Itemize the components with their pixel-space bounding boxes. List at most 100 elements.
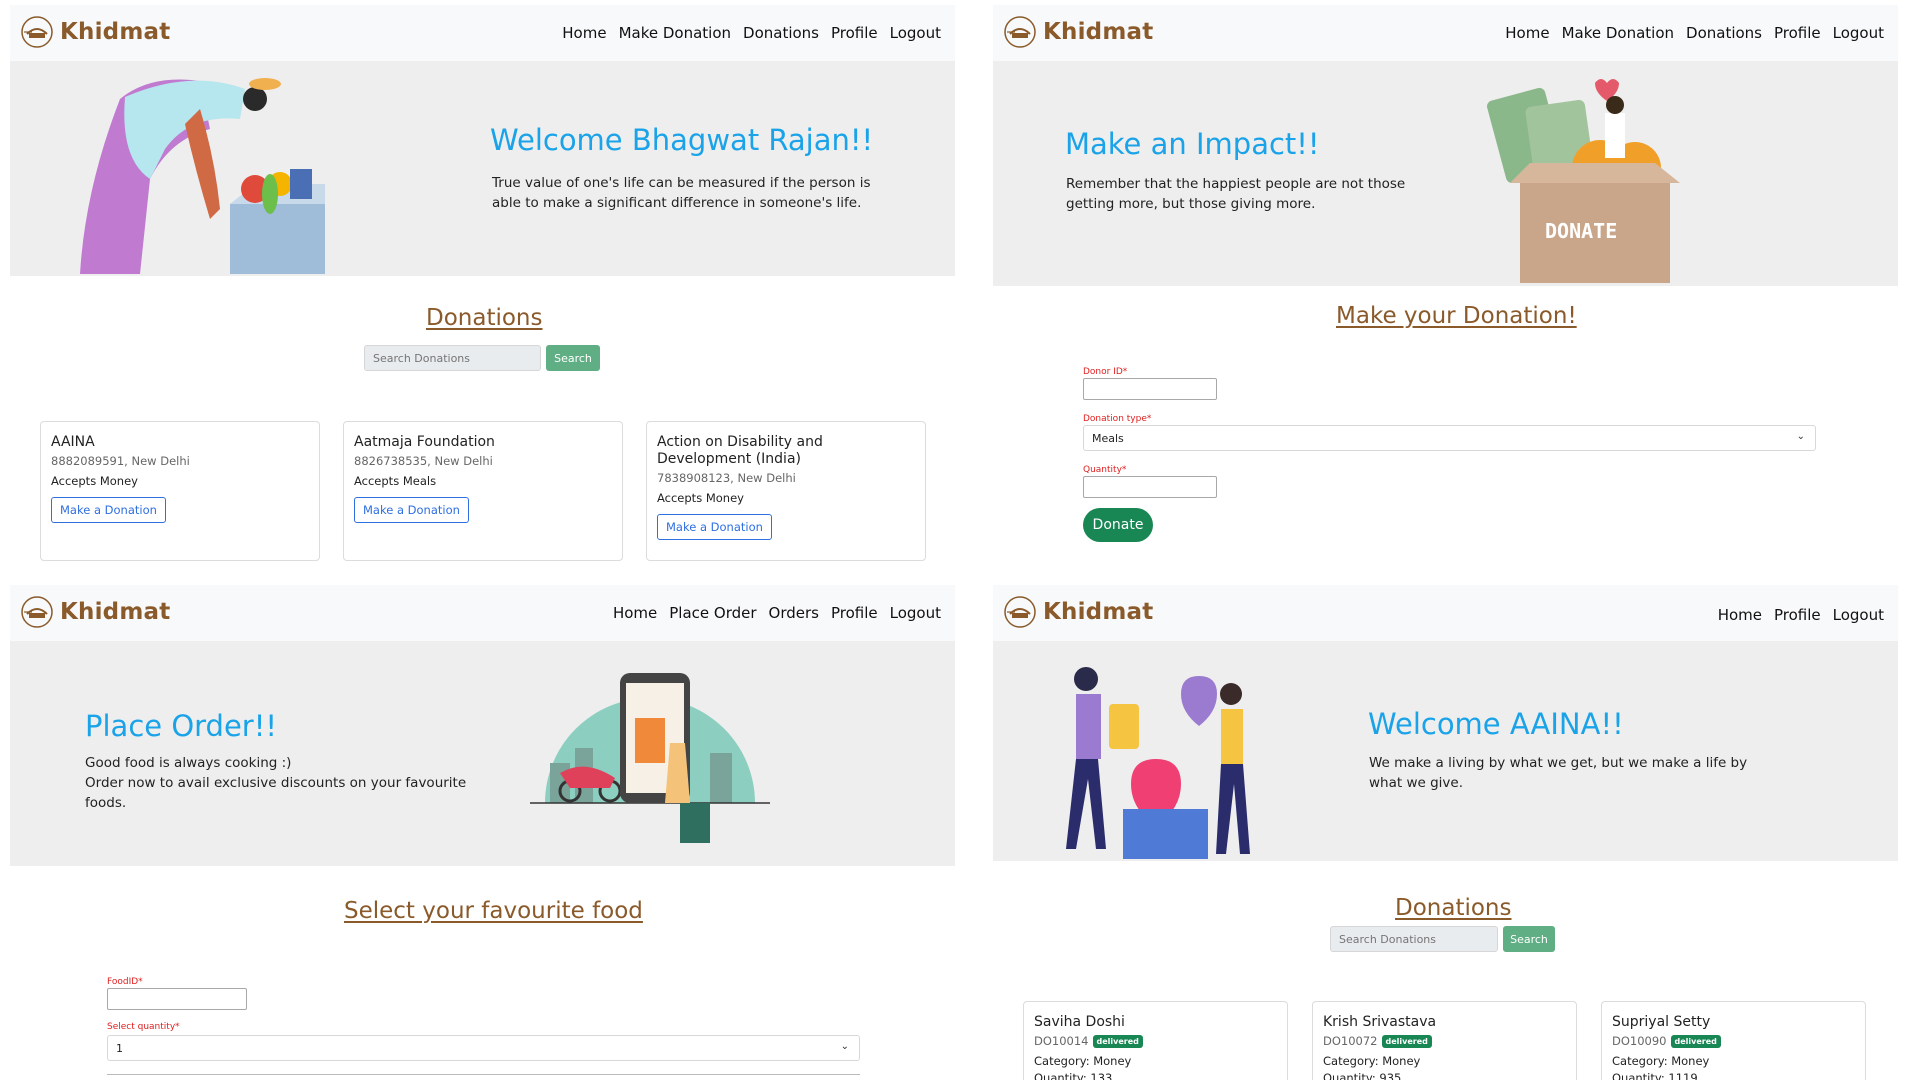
card-title: Action on Disability and Development (In… — [657, 434, 823, 467]
donor-id-field[interactable] — [1083, 378, 1217, 400]
brand-name: Khidmat — [1043, 599, 1154, 625]
chevron-down-icon: ⌄ — [840, 1041, 849, 1052]
food-id-field[interactable] — [107, 988, 247, 1010]
card-contact: 7838908123, New Delhi — [657, 471, 796, 485]
donate-box-label: DONATE — [1545, 219, 1617, 243]
search-input[interactable] — [1330, 926, 1498, 952]
nav-donations[interactable]: Donations — [1686, 24, 1762, 42]
hero-text-line-1: Good food is always cooking :) — [85, 755, 292, 771]
nav-profile[interactable]: Profile — [1774, 606, 1821, 624]
brand-name: Khidmat — [60, 599, 171, 625]
donation-id: DO10090 — [1612, 1034, 1667, 1048]
nav-logout[interactable]: Logout — [1833, 606, 1884, 624]
panel-user-donations: Khidmat Home Make Donation Donations Pro… — [10, 5, 955, 565]
donate-box-illustration: DONATE — [1487, 79, 1680, 283]
donation-id-row: DO10090 delivered — [1612, 1034, 1855, 1048]
donate-button[interactable]: Donate — [1083, 508, 1153, 542]
nav-orders[interactable]: Orders — [769, 604, 819, 622]
donation-category: Category: Money — [1034, 1054, 1132, 1068]
donation-type-value: Meals — [1092, 432, 1124, 445]
hero-text-line-2: Order now to avail exclusive discounts o… — [85, 775, 467, 811]
quantity-select[interactable]: 1 ⌄ — [107, 1035, 860, 1061]
food-id-label: FoodID* — [107, 977, 143, 987]
donation-type-select[interactable]: Meals ⌄ — [1083, 425, 1816, 451]
card-title: Aatmaja Foundation — [354, 434, 495, 450]
khidmat-logo-icon — [21, 596, 53, 628]
nav-logout[interactable]: Logout — [890, 24, 941, 42]
brand[interactable]: Khidmat — [20, 15, 170, 49]
search-input[interactable] — [364, 345, 541, 371]
nav-logout[interactable]: Logout — [1833, 24, 1884, 42]
card-accepts: Accepts Money — [657, 491, 744, 505]
hero-banner: Welcome AAINA!! We make a living by what… — [993, 641, 1898, 861]
navbar: Khidmat Home Make Donation Donations Pro… — [10, 5, 955, 61]
brand[interactable]: Khidmat — [1003, 595, 1153, 629]
donation-category: Category: Money — [1612, 1054, 1710, 1068]
navbar: Khidmat Home Make Donation Donations Pro… — [993, 5, 1898, 61]
card-contact: 8826738535, New Delhi — [354, 454, 493, 468]
hero-banner: Welcome Bhagwat Rajan!! True value of on… — [10, 61, 955, 276]
card-accepts: Accepts Meals — [354, 474, 437, 488]
donation-category: Category: Money — [1323, 1054, 1421, 1068]
khidmat-logo-icon — [21, 16, 53, 48]
brand-name: Khidmat — [1043, 19, 1154, 45]
organization-card: Action on Disability and Development (In… — [646, 421, 926, 561]
nav-home[interactable]: Home — [1505, 24, 1549, 42]
brand[interactable]: Khidmat — [20, 595, 170, 629]
hero-text: We make a living by what we get, but we … — [1369, 755, 1748, 791]
card-accepts: Accepts Money — [51, 474, 138, 488]
card-title: AAINA — [51, 434, 95, 450]
brand-name: Khidmat — [60, 19, 171, 45]
quantity-value: 1 — [116, 1042, 123, 1055]
donation-quantity: Quantity: 935 — [1323, 1071, 1402, 1080]
donation-id-row: DO10072 delivered — [1323, 1034, 1566, 1048]
nav-profile[interactable]: Profile — [1774, 24, 1821, 42]
card-contact: 8882089591, New Delhi — [51, 454, 190, 468]
nav-logout[interactable]: Logout — [890, 604, 941, 622]
giving-hearts-illustration — [1066, 667, 1250, 859]
make-donation-button[interactable]: Make a Donation — [354, 497, 469, 523]
nav-place-order[interactable]: Place Order — [669, 604, 756, 622]
donation-id: DO10014 — [1034, 1034, 1089, 1048]
food-delivery-phone-illustration — [530, 673, 770, 843]
donation-card: Krish Srivastava DO10072 delivered Catego… — [1312, 1001, 1577, 1080]
donor-name: Supriyal Setty — [1612, 1014, 1711, 1030]
nav-home[interactable]: Home — [1718, 606, 1762, 624]
organization-card: AAINA 8882089591, New Delhi Accepts Mone… — [40, 421, 320, 561]
status-badge: delivered — [1381, 1035, 1432, 1048]
donation-quantity: Quantity: 133 — [1034, 1071, 1113, 1080]
make-donation-button[interactable]: Make a Donation — [657, 514, 772, 540]
hero-title: Place Order!! — [85, 709, 277, 743]
donation-card: Saviha Doshi DO10014 delivered Category: … — [1023, 1001, 1288, 1080]
khidmat-logo-icon — [1004, 596, 1036, 628]
nav-links: Home Make Donation Donations Profile Log… — [562, 24, 941, 42]
section-title: Make your Donation! — [1336, 303, 1577, 329]
donor-name: Saviha Doshi — [1034, 1014, 1125, 1030]
search-button[interactable]: Search — [1503, 926, 1555, 952]
hero-text: Good food is always cooking :) Order now… — [85, 753, 505, 813]
donation-quantity: Quantity: 1119 — [1612, 1071, 1698, 1080]
nav-home[interactable]: Home — [562, 24, 606, 42]
brand[interactable]: Khidmat — [1003, 15, 1153, 49]
quantity-field[interactable] — [1083, 476, 1217, 498]
nav-profile[interactable]: Profile — [831, 604, 878, 622]
hero-title: Welcome Bhagwat Rajan!! — [490, 123, 874, 157]
donor-name: Krish Srivastava — [1323, 1014, 1437, 1030]
donation-id-row: DO10014 delivered — [1034, 1034, 1277, 1048]
nav-links: Home Profile Logout — [1718, 606, 1884, 624]
nav-donations[interactable]: Donations — [743, 24, 819, 42]
donation-card: Supriyal Setty DO10090 delivered Category… — [1601, 1001, 1866, 1080]
hero-text: Remember that the happiest people are no… — [1066, 176, 1406, 212]
nav-make-donation[interactable]: Make Donation — [1562, 24, 1674, 42]
panel-make-donation: Khidmat Home Make Donation Donations Pro… — [993, 5, 1898, 565]
nav-profile[interactable]: Profile — [831, 24, 878, 42]
search-button[interactable]: Search — [546, 345, 600, 371]
donation-id: DO10072 — [1323, 1034, 1378, 1048]
nav-make-donation[interactable]: Make Donation — [619, 24, 731, 42]
status-badge: delivered — [1670, 1035, 1721, 1048]
nav-links: Home Make Donation Donations Profile Log… — [1505, 24, 1884, 42]
make-donation-button[interactable]: Make a Donation — [51, 497, 166, 523]
nav-home[interactable]: Home — [613, 604, 657, 622]
hero-title: Make an Impact!! — [1065, 127, 1320, 161]
divider — [107, 1074, 860, 1075]
